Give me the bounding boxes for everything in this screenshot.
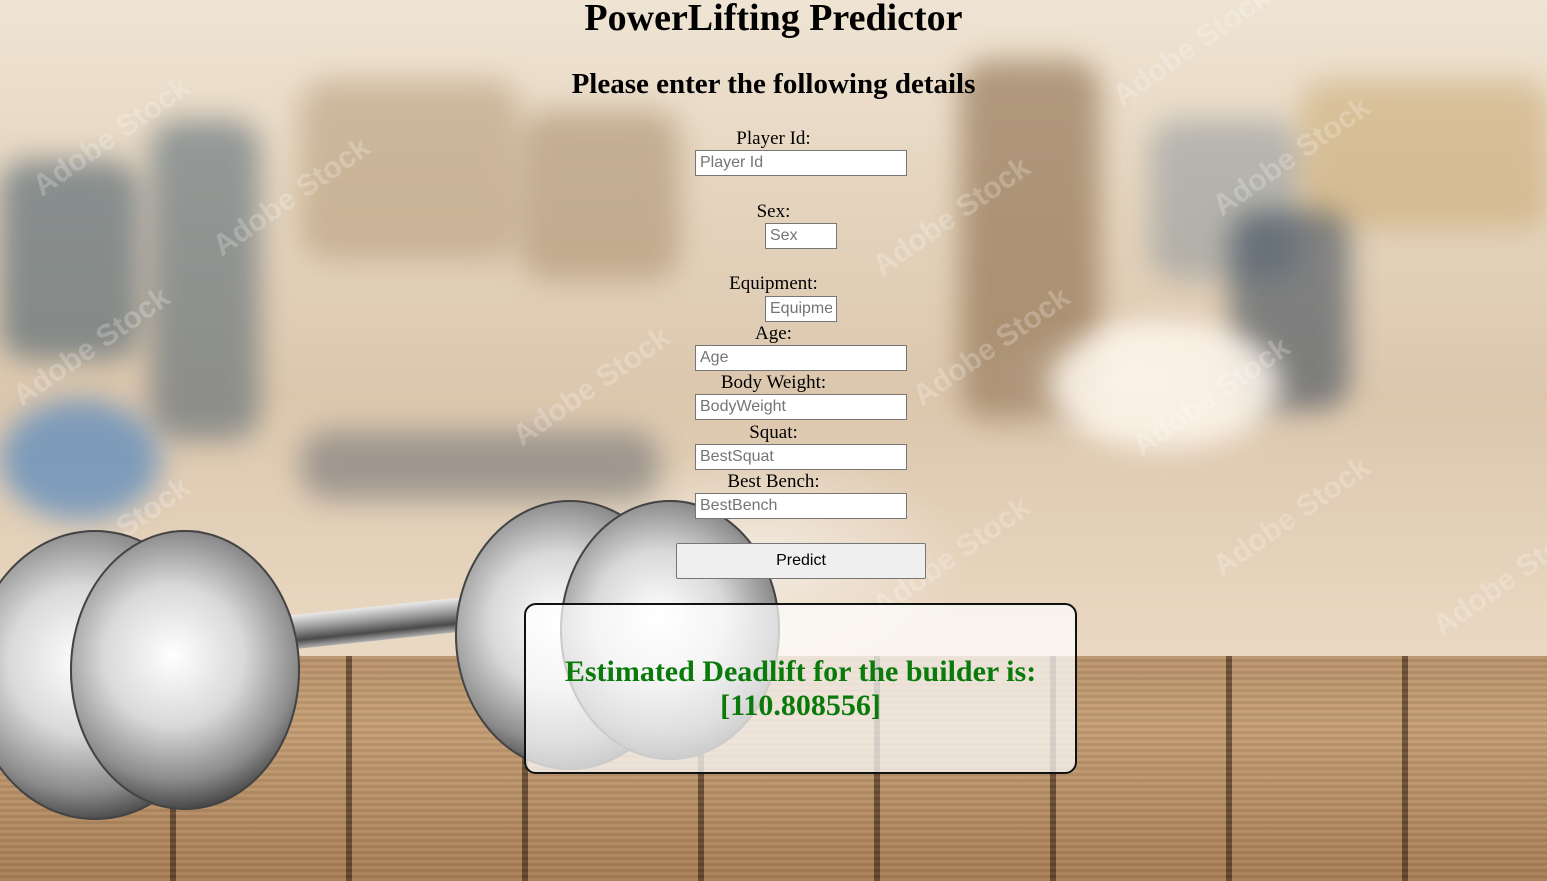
sex-input[interactable] bbox=[765, 223, 837, 249]
sex-label: Sex: bbox=[756, 201, 791, 222]
page-title: PowerLifting Predictor bbox=[584, 0, 963, 39]
best-bench-input[interactable] bbox=[695, 493, 907, 519]
age-input[interactable] bbox=[695, 345, 907, 371]
squat-label: Squat: bbox=[749, 422, 798, 443]
player-id-input[interactable] bbox=[695, 150, 907, 176]
page-subtitle: Please enter the following details bbox=[571, 68, 976, 100]
result-value: [110.808556] bbox=[720, 688, 881, 722]
equipment-label: Equipment: bbox=[729, 273, 818, 294]
predict-button[interactable]: Predict bbox=[676, 543, 926, 579]
age-label: Age: bbox=[755, 323, 792, 344]
body-weight-label: Body Weight: bbox=[720, 372, 827, 393]
best-bench-label: Best Bench: bbox=[727, 471, 820, 492]
result-label: Estimated Deadlift for the builder is: bbox=[564, 654, 1037, 688]
result-panel: Estimated Deadlift for the builder is: [… bbox=[524, 603, 1077, 774]
squat-input[interactable] bbox=[695, 444, 907, 470]
equipment-input[interactable] bbox=[765, 296, 837, 322]
player-id-label: Player Id: bbox=[736, 128, 811, 149]
body-weight-input[interactable] bbox=[695, 394, 907, 420]
result-text: Estimated Deadlift for the builder is: [… bbox=[551, 655, 1051, 723]
